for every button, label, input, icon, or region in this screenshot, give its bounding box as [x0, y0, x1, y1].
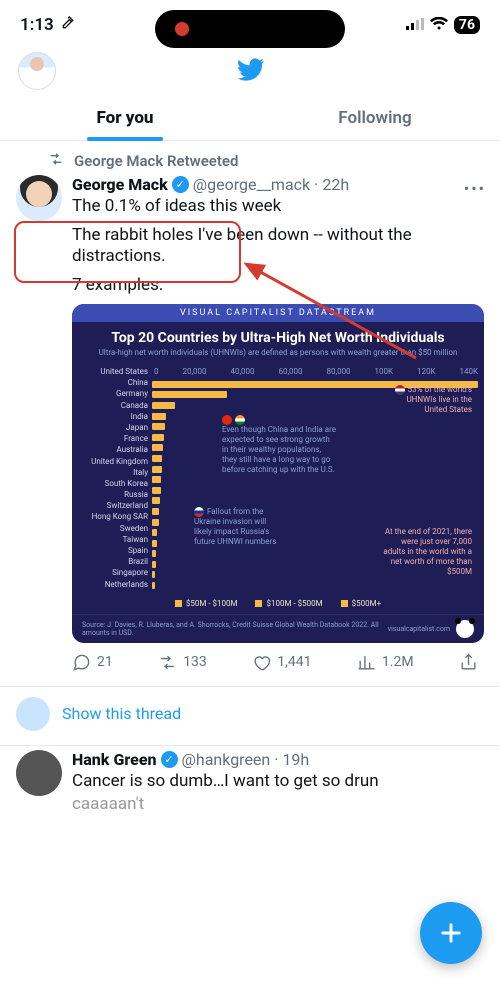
author-avatar[interactable] — [16, 175, 62, 221]
tweet[interactable]: Hank Green ✓ @hankgreen · 19h Cancer is … — [0, 746, 500, 831]
share-button[interactable] — [459, 653, 478, 672]
timeline-tabs: For you Following — [0, 94, 500, 141]
like-button[interactable]: 1,441 — [252, 653, 311, 672]
tweet-text: Cancer is so dumb…I want to get so drun — [72, 771, 484, 792]
chart-annotation: Fallout from the Ukraine invasion will l… — [194, 507, 284, 547]
app-header — [0, 50, 500, 94]
card-subtitle: Ultra-high net worth individuals (UHNWIs… — [72, 348, 484, 363]
retweet-label: George Mack Retweeted — [74, 152, 238, 170]
tweet-text: The rabbit holes I've been down -- witho… — [72, 225, 484, 267]
author-row[interactable]: Hank Green ✓ @hankgreen · 19h — [72, 750, 484, 769]
tweet-time: 19h — [282, 750, 309, 769]
card-banner: VISUAL CAPITALIST DATASTREAM — [72, 304, 484, 322]
profile-avatar-button[interactable] — [18, 52, 56, 90]
reply-button[interactable]: 21 — [72, 653, 113, 672]
tab-following[interactable]: Following — [250, 94, 500, 140]
tweet-text: caaaaan't — [72, 794, 484, 815]
tweet-text: 7 examples: — [72, 275, 484, 296]
status-bar: 1:13 76 — [0, 0, 500, 50]
tools-icon — [60, 15, 76, 36]
author-avatar[interactable] — [16, 750, 62, 796]
more-options-button[interactable]: ••• — [464, 179, 486, 198]
verified-badge-icon: ✓ — [172, 176, 189, 193]
tweet-image-card[interactable]: VISUAL CAPITALIST DATASTREAM Top 20 Coun… — [72, 304, 484, 643]
show-thread-link[interactable]: Show this thread — [0, 687, 500, 746]
tweet-actions: 21 133 1,441 1.2M — [72, 643, 484, 678]
retweet-indicator[interactable]: George Mack Retweeted — [0, 141, 500, 171]
author-handle: @george__mack — [193, 175, 310, 194]
tweet[interactable]: George Mack ✓ @george__mack · 22h ••• Th… — [0, 171, 500, 687]
panda-icon — [456, 620, 474, 638]
chart-annotation: 53% of the world's UHNWIs live in the Un… — [382, 385, 472, 415]
tweet-time: 22h — [322, 175, 349, 194]
chart-annotation: Even though China and India are expected… — [222, 415, 337, 475]
author-name: Hank Green — [72, 750, 157, 769]
dynamic-island — [155, 10, 345, 48]
wifi-icon — [430, 15, 448, 35]
author-handle: @hankgreen — [182, 750, 271, 769]
chart-legend: $50M - $100M$100M - $500M$500M+ — [72, 597, 484, 614]
bar-chart: United StatesChinaGermanyCanadaIndiaJapa… — [72, 363, 484, 597]
show-thread-label: Show this thread — [62, 704, 181, 723]
chart-annotation: At the end of 2021, there were just over… — [382, 527, 472, 577]
twitter-logo-icon[interactable] — [235, 55, 265, 89]
thread-avatar — [16, 697, 50, 731]
views-button[interactable]: 1.2M — [357, 653, 414, 672]
author-name: George Mack — [72, 175, 168, 194]
card-title: Top 20 Countries by Ultra-High Net Worth… — [72, 322, 484, 348]
tab-for-you[interactable]: For you — [0, 94, 250, 140]
retweet-icon — [48, 151, 64, 171]
compose-button[interactable] — [420, 902, 482, 964]
battery-level: 76 — [454, 16, 480, 34]
card-source: Source: J. Davies, R. Lluberas, and A. S… — [72, 614, 484, 643]
author-row[interactable]: George Mack ✓ @george__mack · 22h — [72, 175, 484, 194]
clock: 1:13 — [20, 15, 54, 35]
retweet-button[interactable]: 133 — [158, 653, 207, 672]
tweet-text: The 0.1% of ideas this week — [72, 196, 484, 217]
cell-signal-icon — [406, 15, 424, 35]
verified-badge-icon: ✓ — [161, 751, 178, 768]
